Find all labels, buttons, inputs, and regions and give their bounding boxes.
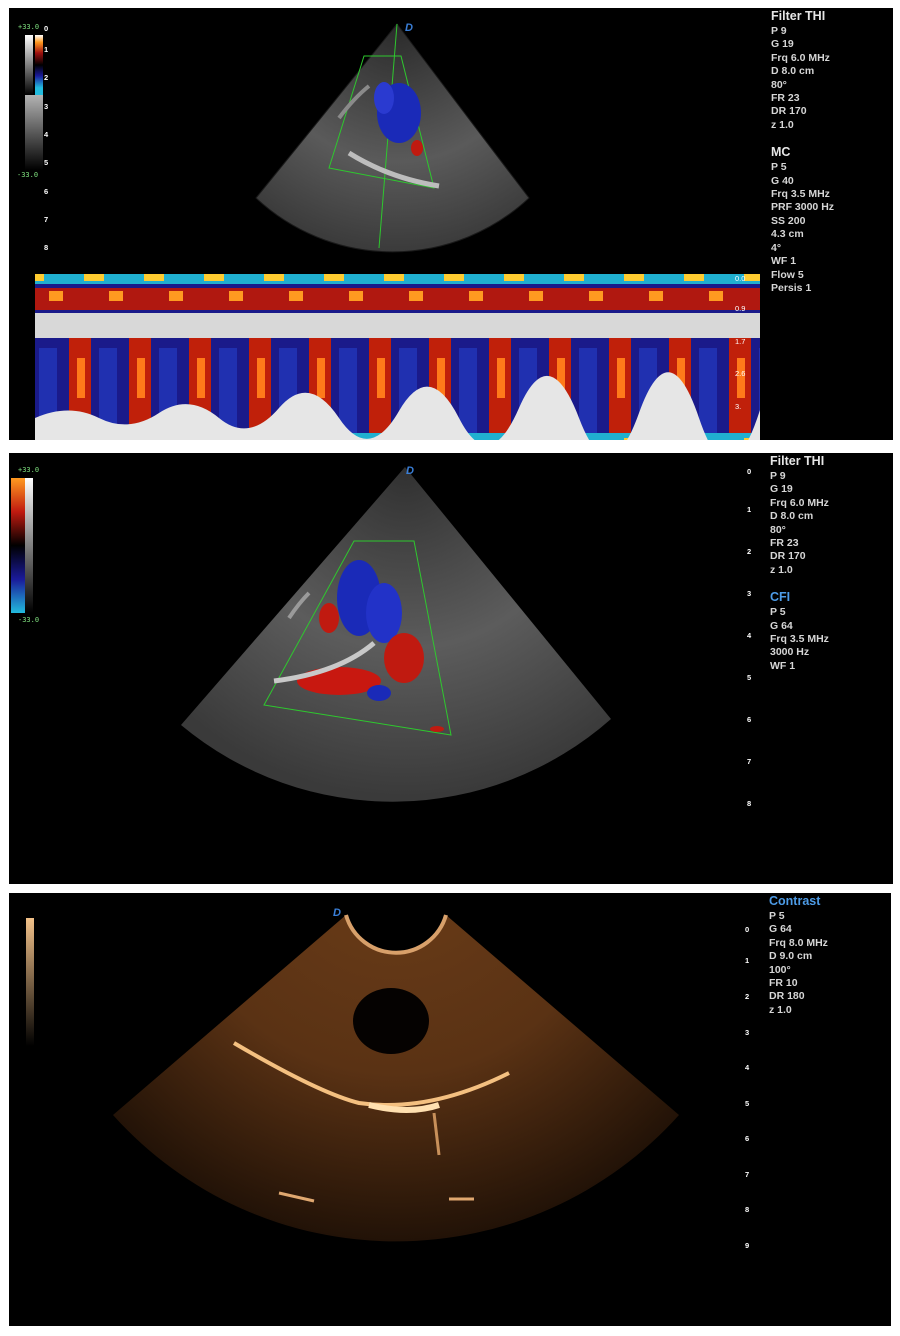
- imaging-parameters: Filter THI P 9 G 19 Frq 6.0 MHz D 8.0 cm…: [770, 454, 829, 673]
- param-line: WF 1: [770, 659, 796, 672]
- depth-tick: 2: [44, 73, 49, 82]
- depth-tick: 6: [44, 187, 49, 196]
- param-line: 100°: [769, 963, 791, 976]
- param-line: PRF 3000 Hz: [771, 201, 835, 214]
- depth-tick: 0: [745, 925, 750, 934]
- param-line: FR 23: [771, 92, 800, 105]
- depth-tick: 5: [44, 158, 49, 167]
- mode-header: Filter THI: [770, 454, 825, 468]
- depth-tick: 3: [745, 1028, 750, 1037]
- mmode-tick: 0.9: [735, 304, 746, 313]
- probe-orientation-logo: D: [333, 907, 341, 919]
- param-line: Frq 6.0 MHz: [771, 51, 830, 64]
- param-line: WF 1: [771, 255, 797, 268]
- velocity-scale-min: -33.0: [17, 171, 39, 179]
- param-line: D 9.0 cm: [769, 950, 813, 963]
- param-line: Frq 3.5 MHz: [770, 633, 829, 646]
- param-line: Flow 5: [771, 268, 804, 281]
- velocity-scale-min: -33.0: [18, 616, 40, 624]
- contrast-ultrasound-panel: D 0 1 2 3 4 5 6 7 8 9 Contrast P 5 G 64 …: [9, 893, 891, 1326]
- param-line: P 5: [769, 910, 785, 922]
- depth-tick: 0: [44, 24, 49, 33]
- param-line: P 9: [771, 25, 787, 37]
- depth-tick: 4: [747, 631, 752, 640]
- mode-header: Contrast: [769, 894, 821, 908]
- depth-tick: 1: [747, 505, 752, 514]
- depth-tick: 2: [745, 992, 750, 1001]
- param-line: FR 10: [769, 977, 798, 990]
- depth-tick: 8: [747, 799, 752, 808]
- mmode-tick: 2.6: [735, 369, 746, 378]
- param-line: 4°: [771, 241, 782, 254]
- depth-tick: 6: [747, 715, 752, 724]
- param-line: SS 200: [771, 214, 806, 227]
- param-line: Persis 1: [771, 281, 812, 294]
- probe-orientation-logo: D: [406, 465, 414, 477]
- mode-header: CFI: [770, 590, 791, 605]
- mmode-tick: 0.0: [735, 274, 746, 283]
- panel1-image: [25, 23, 760, 440]
- depth-tick: 5: [747, 673, 752, 682]
- param-line: DR 180: [769, 990, 805, 1003]
- mode-header: Filter THI: [771, 9, 826, 23]
- param-line: DR 170: [771, 105, 807, 118]
- param-line: DR 170: [770, 550, 806, 563]
- panel3-image: [26, 914, 679, 1242]
- param-line: G 19: [770, 483, 793, 496]
- depth-tick: 9: [745, 1241, 750, 1250]
- depth-tick: 4: [745, 1063, 750, 1072]
- param-line: G 19: [771, 38, 794, 51]
- mmode-tick: 3.: [735, 402, 742, 411]
- param-line: z 1.0: [769, 1003, 792, 1016]
- param-line: D 8.0 cm: [770, 510, 814, 523]
- param-line: z 1.0: [771, 118, 794, 131]
- depth-tick: 3: [44, 102, 49, 111]
- param-line: 4.3 cm: [771, 228, 804, 241]
- depth-tick: 8: [44, 243, 49, 252]
- velocity-scale-max: +33.0: [18, 466, 40, 474]
- param-line: 80°: [771, 78, 787, 91]
- panel2-image: [11, 467, 611, 802]
- velocity-scale-max: +33.0: [18, 23, 40, 31]
- imaging-parameters: Filter THI P 9 G 19 Frq 6.0 MHz D 8.0 cm…: [771, 9, 834, 295]
- color-doppler-panel: D +33.0 -33.0 0 1 2 3 4 5 6 7 8 Filter T…: [9, 453, 893, 884]
- param-line: Frq 8.0 MHz: [769, 936, 828, 949]
- param-line: P 5: [771, 161, 787, 174]
- imaging-parameters: Contrast P 5 G 64 Frq 8.0 MHz D 9.0 cm 1…: [769, 894, 828, 1017]
- param-line: G 40: [771, 174, 794, 187]
- depth-tick: 4: [44, 130, 49, 139]
- depth-tick: 1: [44, 45, 49, 54]
- depth-tick: 6: [745, 1134, 750, 1143]
- depth-tick: 5: [745, 1099, 750, 1108]
- mmode-tick: 1.7: [735, 337, 746, 346]
- param-line: 3000 Hz: [770, 646, 810, 659]
- depth-tick: 3: [747, 589, 752, 598]
- param-line: D 8.0 cm: [771, 65, 815, 78]
- depth-tick: 1: [745, 956, 750, 965]
- param-line: 80°: [770, 523, 786, 536]
- param-line: P 5: [770, 606, 786, 619]
- depth-tick: 7: [745, 1170, 750, 1179]
- mode-header: MC: [771, 145, 791, 160]
- param-line: G 64: [770, 619, 793, 632]
- param-line: z 1.0: [770, 563, 793, 576]
- param-line: Frq 3.5 MHz: [771, 188, 830, 201]
- depth-tick: 8: [745, 1205, 750, 1214]
- param-line: FR 23: [770, 537, 799, 550]
- depth-tick: 0: [747, 467, 752, 476]
- depth-tick: 7: [747, 757, 752, 766]
- probe-orientation-logo: D: [405, 22, 413, 34]
- param-line: P 9: [770, 470, 786, 482]
- depth-tick: 7: [44, 215, 49, 224]
- param-line: G 64: [769, 923, 792, 936]
- depth-tick: 2: [747, 547, 752, 556]
- mmode-color-doppler-panel: D +33.0 -33.0 0 1 2 3 4 5 6 7 8 0.0 0.9 …: [9, 8, 893, 440]
- param-line: Frq 6.0 MHz: [770, 496, 829, 509]
